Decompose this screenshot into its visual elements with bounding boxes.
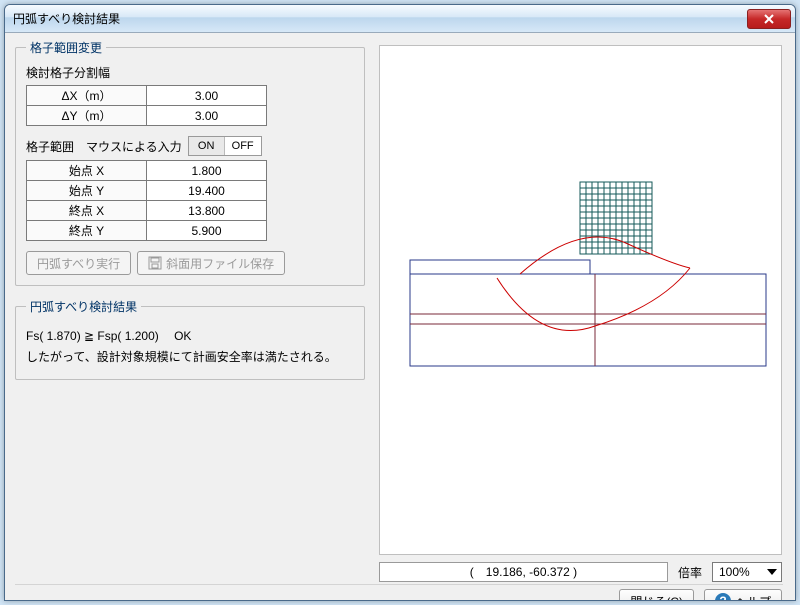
mouse-toggle-off[interactable]: OFF <box>225 137 261 155</box>
table-row: 始点 Y 19.400 <box>27 181 267 201</box>
mouse-toggle-on[interactable]: ON <box>189 137 225 155</box>
help-button-label: ヘルプ <box>735 593 771 602</box>
dx-label: ΔX（m） <box>27 86 147 106</box>
zoom-value: 100% <box>719 565 750 579</box>
client-area: 格子範囲変更 検討格子分割幅 ΔX（m） 3.00 ΔY（m） 3.00 格子範… <box>5 33 795 600</box>
chevron-down-icon <box>765 565 779 579</box>
plot-svg <box>380 46 783 556</box>
plot-status-row: ( 19.186, -60.372 ) 倍率 100% <box>379 561 782 583</box>
start-x-label: 始点 X <box>27 161 147 181</box>
table-row: 始点 X 1.800 <box>27 161 267 181</box>
plot-canvas[interactable] <box>379 45 782 555</box>
left-column: 格子範囲変更 検討格子分割幅 ΔX（m） 3.00 ΔY（m） 3.00 格子範… <box>15 39 365 392</box>
mouse-input-toggle[interactable]: ON OFF <box>188 136 262 156</box>
dx-value[interactable]: 3.00 <box>147 86 267 106</box>
window-close-button[interactable] <box>747 9 791 29</box>
execute-button[interactable]: 円弧すべり実行 <box>26 251 131 275</box>
grid-division-label: 検討格子分割幅 <box>26 64 354 81</box>
end-y-label: 終点 Y <box>27 221 147 241</box>
zoom-label: 倍率 <box>678 564 702 581</box>
grid-range-legend: 格子範囲変更 <box>26 39 106 56</box>
result-legend: 円弧すべり検討結果 <box>26 298 141 315</box>
points-table: 始点 X 1.800 始点 Y 19.400 終点 X 13.800 終点 Y … <box>26 160 267 241</box>
window-title: 円弧すべり検討結果 <box>13 10 747 27</box>
table-row: 終点 Y 5.900 <box>27 221 267 241</box>
start-y-label: 始点 Y <box>27 181 147 201</box>
titlebar[interactable]: 円弧すべり検討結果 <box>5 5 795 33</box>
result-line-1: Fs( 1.870) ≧ Fsp( 1.200) OK <box>26 327 354 344</box>
table-row: ΔY（m） 3.00 <box>27 106 267 126</box>
table-row: ΔX（m） 3.00 <box>27 86 267 106</box>
zoom-select[interactable]: 100% <box>712 562 782 582</box>
close-icon <box>763 13 775 25</box>
division-table: ΔX（m） 3.00 ΔY（m） 3.00 <box>26 85 267 126</box>
footer-buttons: 閉じる(C) ? ヘルプ <box>379 589 782 601</box>
coord-readout: ( 19.186, -60.372 ) <box>379 562 668 582</box>
start-y-value[interactable]: 19.400 <box>147 181 267 201</box>
dy-value[interactable]: 3.00 <box>147 106 267 126</box>
result-group: 円弧すべり検討結果 Fs( 1.870) ≧ Fsp( 1.200) OK した… <box>15 298 365 380</box>
table-row: 終点 X 13.800 <box>27 201 267 221</box>
help-icon: ? <box>715 593 731 601</box>
mouse-input-label: 格子範囲 マウスによる入力 <box>26 138 182 155</box>
floppy-disk-icon <box>148 256 162 270</box>
end-x-label: 終点 X <box>27 201 147 221</box>
dy-label: ΔY（m） <box>27 106 147 126</box>
start-x-value[interactable]: 1.800 <box>147 161 267 181</box>
help-button[interactable]: ? ヘルプ <box>704 589 782 601</box>
save-slope-file-button[interactable]: 斜面用ファイル保存 <box>137 251 285 275</box>
close-button[interactable]: 閉じる(C) <box>619 589 694 601</box>
mouse-input-row: 格子範囲 マウスによる入力 ON OFF <box>26 136 354 156</box>
result-line-2: したがって、設計対象規模にて計画安全率は満たされる。 <box>26 348 354 365</box>
end-y-value[interactable]: 5.900 <box>147 221 267 241</box>
button-row: 円弧すべり実行 斜面用ファイル保存 <box>26 251 354 275</box>
save-button-label: 斜面用ファイル保存 <box>166 255 274 272</box>
footer-divider <box>15 584 783 585</box>
grid-range-group: 格子範囲変更 検討格子分割幅 ΔX（m） 3.00 ΔY（m） 3.00 格子範… <box>15 39 365 286</box>
dialog-window: 円弧すべり検討結果 格子範囲変更 検討格子分割幅 ΔX（m） 3.00 ΔY（m… <box>4 4 796 601</box>
end-x-value[interactable]: 13.800 <box>147 201 267 221</box>
